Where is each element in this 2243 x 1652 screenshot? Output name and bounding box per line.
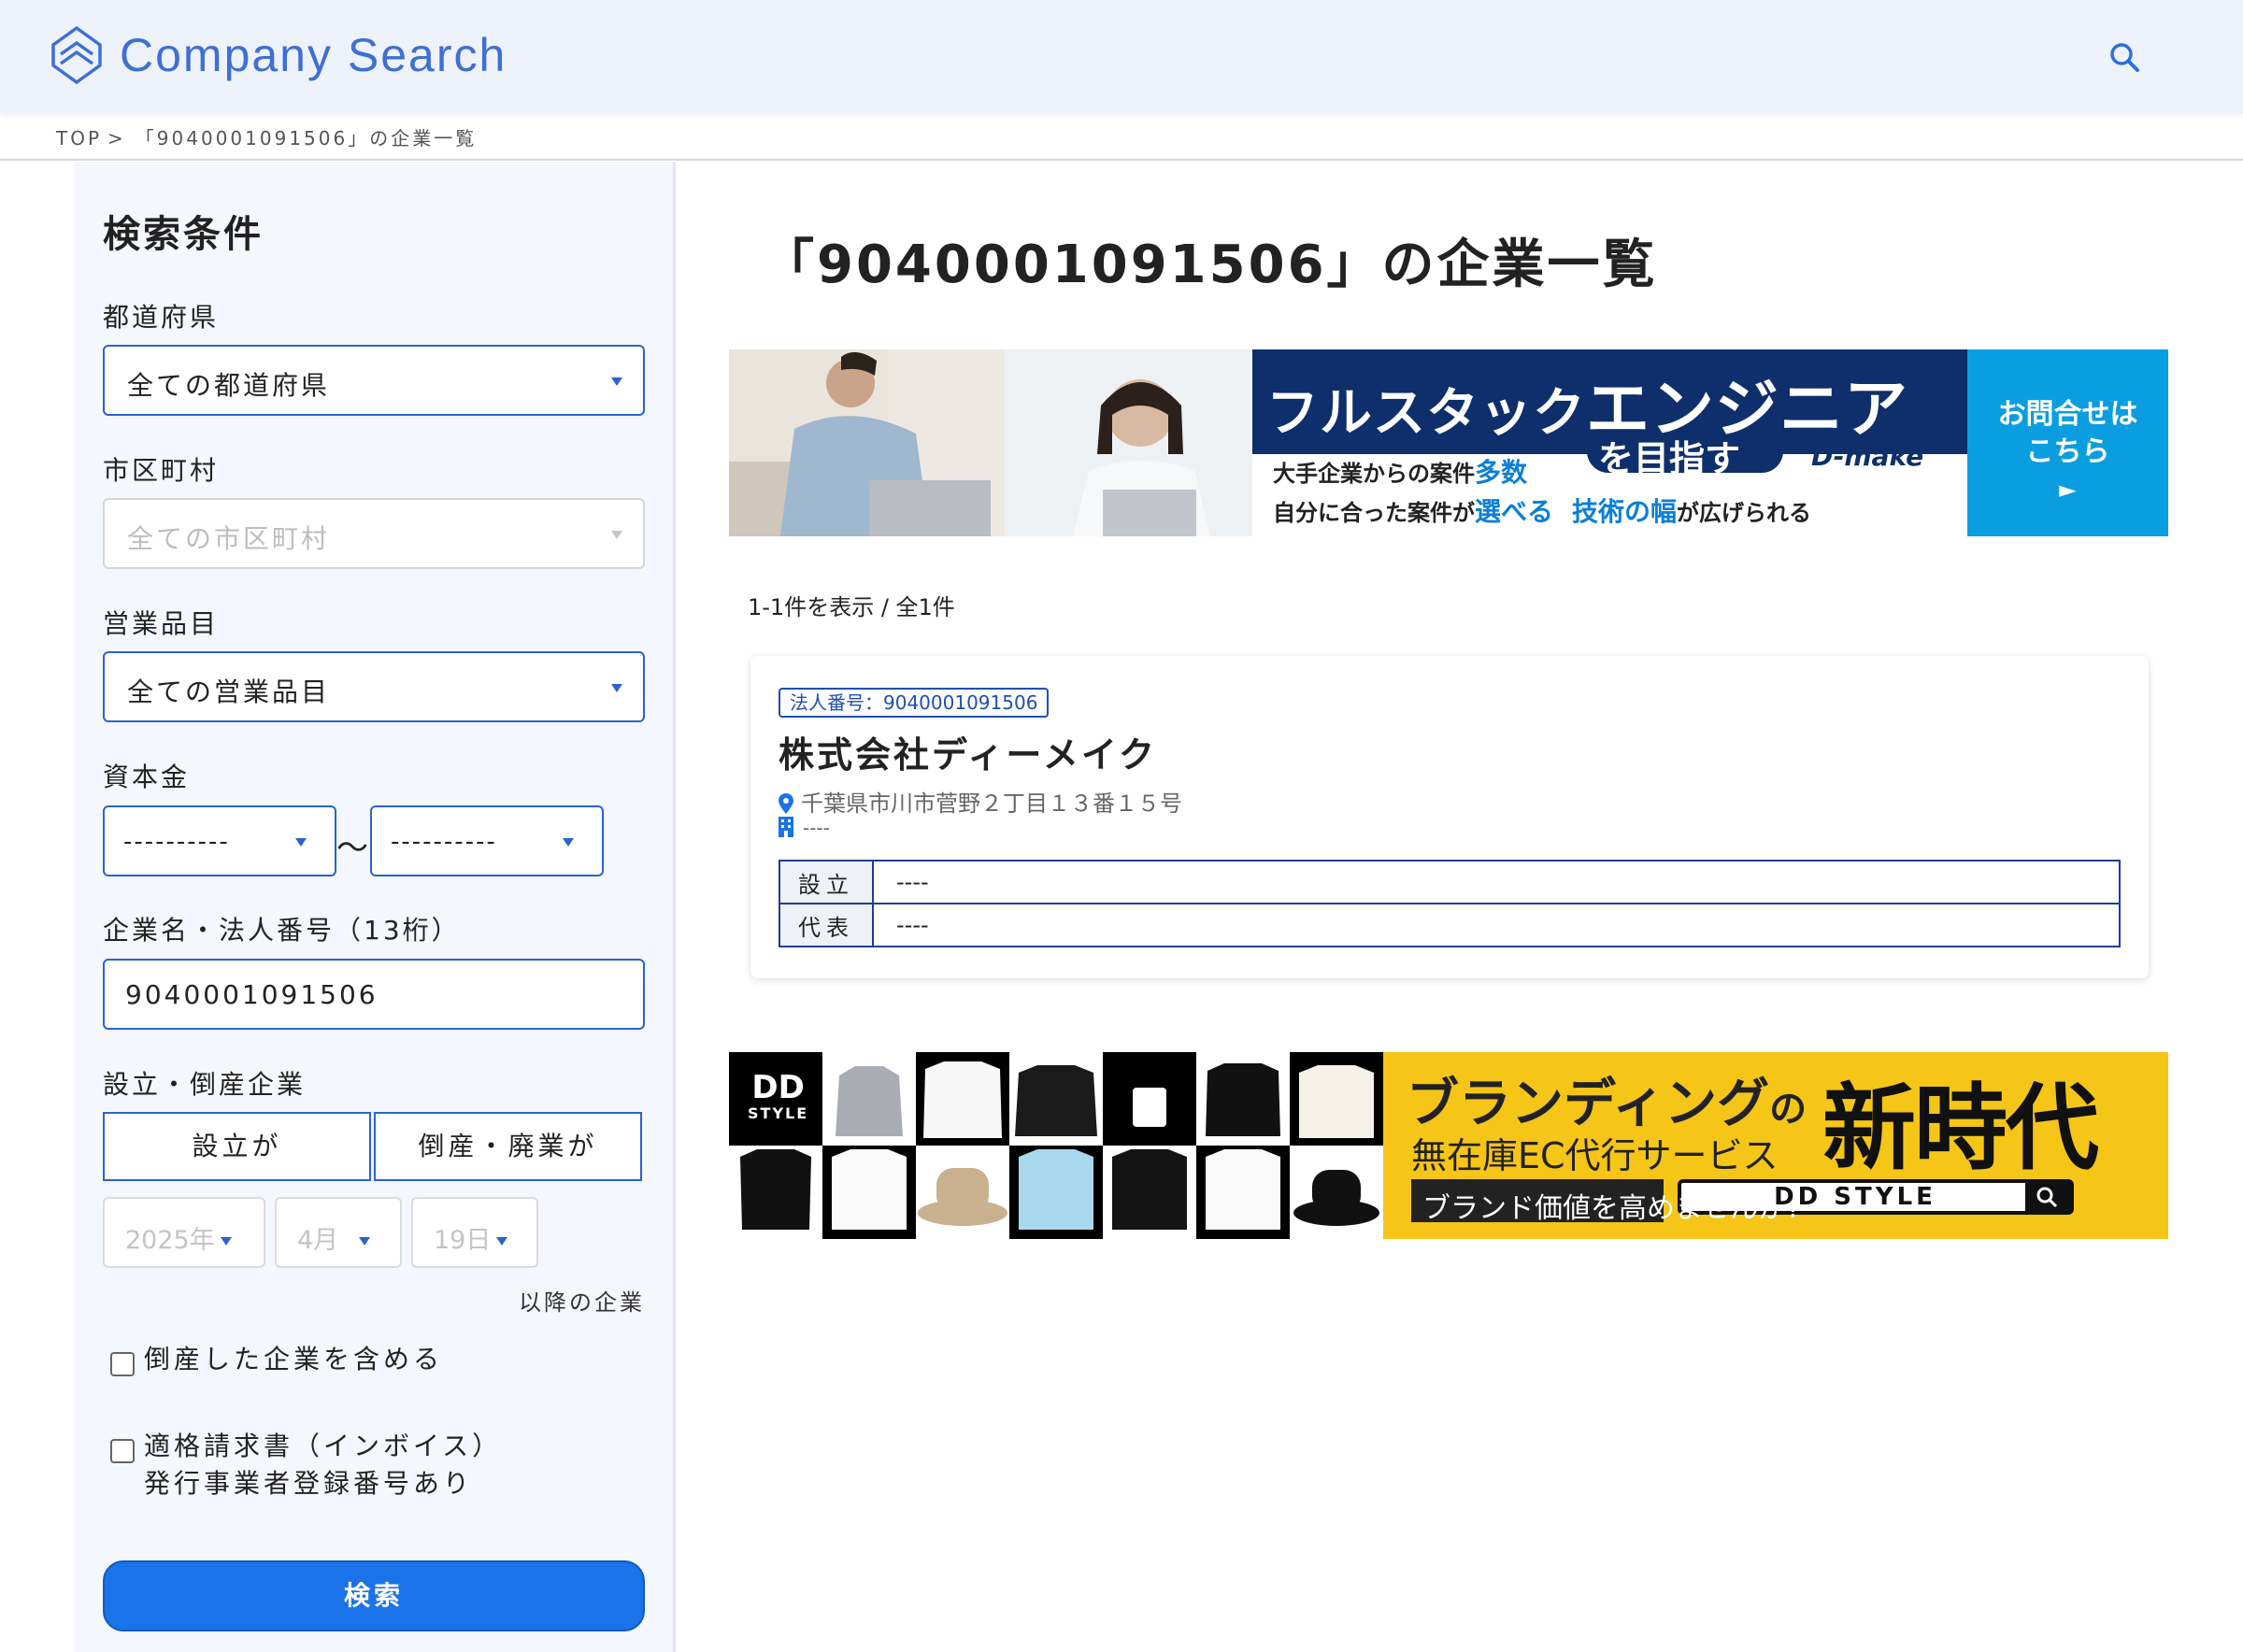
ad1-line1: 大手企業からの案件多数: [1273, 452, 1527, 490]
include-bankrupt-checkbox[interactable]: [110, 1352, 135, 1376]
chevron-down-icon: [295, 838, 307, 847]
ad2-headline-a: ブランディング: [1407, 1074, 1770, 1134]
product-value: 全ての営業品目: [127, 676, 331, 707]
ad1-brand-logo: D-make: [1811, 441, 1924, 472]
breadcrumb-divider: [0, 159, 2243, 161]
ad1-line2-c: 技術の幅: [1572, 496, 1678, 527]
chevron-down-icon: [611, 684, 622, 692]
info-value: ----: [872, 903, 2121, 947]
company-name-link[interactable]: 株式会社ディーメイク: [779, 726, 1157, 777]
dd-style-ad-banner[interactable]: DD STYLE ブランディングの 新時代 無在庫EC代行サービス ブランド価値…: [729, 1052, 2168, 1239]
ad1-line1-a: 大手企業からの案件: [1273, 461, 1475, 487]
ad2-search-label: DD STYLE: [1774, 1183, 1936, 1211]
company-name-input[interactable]: 9040001091506: [103, 959, 645, 1030]
info-value: ----: [872, 860, 2121, 904]
day-select[interactable]: 19日: [411, 1197, 538, 1268]
capital-max-select[interactable]: ----------: [370, 805, 604, 876]
capital-min-value: ----------: [123, 828, 230, 856]
include-bankrupt-label[interactable]: 倒産した企業を含める: [144, 1341, 443, 1378]
company-info-table: 設立 ---- 代表 ----: [779, 860, 2121, 947]
city-select[interactable]: 全ての市区町村: [103, 498, 645, 569]
capital-max-value: ----------: [391, 828, 497, 856]
prefecture-value: 全ての都道府県: [127, 370, 331, 401]
breadcrumb-current: 「9040001091506」の企業一覧: [135, 127, 478, 150]
chevron-down-icon: [359, 1237, 371, 1246]
ad1-headline-a: フルスタック: [1266, 383, 1586, 444]
ad1-cta[interactable]: お問合せは こちら ►: [1967, 396, 2168, 508]
engineer-ad-banner[interactable]: フルスタックエンジニア を目指す D-make 大手企業からの案件多数 自分に合…: [729, 349, 2168, 536]
year-value: 2025年: [125, 1226, 215, 1255]
company-industry: ----: [779, 817, 830, 839]
result-count: 1-1件を表示 / 全1件: [748, 594, 955, 620]
chevron-down-icon: [496, 1237, 508, 1246]
dd-logo-line1: DD: [751, 1069, 805, 1106]
city-label: 市区町村: [103, 455, 220, 486]
founding-label: 設立・倒産企業: [103, 1069, 307, 1100]
product-select[interactable]: 全ての営業品目: [103, 651, 645, 722]
search-sidebar: 検索条件 都道府県 全ての都道府県 市区町村 全ての市区町村 営業品目 全ての営…: [75, 162, 676, 1652]
company-name-label: 企業名・法人番号（13桁）: [103, 915, 461, 946]
day-value: 19日: [434, 1226, 492, 1255]
capital-label: 資本金: [103, 762, 191, 792]
ad1-headline: フルスタックエンジニア: [1266, 357, 1908, 449]
play-arrow-icon: ►: [2059, 477, 2077, 503]
page-title: 「9040001091506」の企業一覧: [762, 235, 1658, 295]
city-value: 全ての市区町村: [127, 523, 331, 554]
map-pin-icon: [779, 793, 793, 814]
info-key: 代表: [779, 903, 874, 947]
company-card[interactable]: 法人番号：9040001091506 株式会社ディーメイク 千葉県市川市菅野２丁…: [750, 656, 2149, 978]
established-toggle[interactable]: 設立が: [103, 1112, 371, 1181]
ad1-line2-d: が広げられる: [1677, 500, 1812, 526]
after-text: 以降の企業: [519, 1289, 645, 1316]
closed-toggle[interactable]: 倒産・廃業が: [374, 1112, 642, 1181]
year-select[interactable]: 2025年: [103, 1197, 265, 1268]
ad1-line1-b: 多数: [1475, 457, 1528, 488]
ad1-cta-line1: お問合せは: [1997, 398, 2138, 431]
ad1-cta-line2: こちら: [2025, 435, 2110, 468]
ad1-line2-b: 選べる: [1475, 496, 1554, 527]
table-row: 設立 ----: [779, 860, 2121, 904]
invoice-label-line2[interactable]: 発行事業者登録番号あり: [144, 1465, 473, 1502]
prefecture-label: 都道府県: [103, 302, 220, 333]
breadcrumb-separator: >: [107, 127, 126, 150]
ad1-sub: を目指す: [1598, 438, 1741, 479]
search-icon[interactable]: [2108, 41, 2140, 73]
table-row: 代表 ----: [779, 903, 2121, 947]
breadcrumb-top-link[interactable]: TOP: [56, 127, 102, 150]
chevron-down-icon: [220, 1237, 232, 1246]
chevron-down-icon: [563, 838, 574, 847]
ad2-big-text: 新時代: [1822, 1074, 2099, 1183]
site-header: Company Search: [0, 0, 2243, 114]
ad2-headline: ブランディングの: [1407, 1061, 1807, 1137]
corporate-number-badge: 法人番号：9040001091506: [779, 688, 1050, 718]
ad2-headline-b: の: [1769, 1088, 1807, 1131]
chevron-down-icon: [611, 531, 622, 539]
ad2-sub: 無在庫EC代行サービス: [1411, 1135, 1779, 1176]
dd-style-logo: DD STYLE: [748, 1071, 808, 1122]
month-select[interactable]: 4月: [275, 1197, 402, 1268]
prefecture-select[interactable]: 全ての都道府県: [103, 345, 645, 416]
ad1-line2-a: 自分に合った案件が: [1273, 500, 1475, 526]
invoice-label-line1[interactable]: 適格請求書（インボイス）: [144, 1428, 502, 1465]
logo-icon[interactable]: [51, 26, 102, 84]
ad1-line2: 自分に合った案件が選べる 技術の幅が広げられる: [1273, 491, 1811, 529]
info-key: 設立: [779, 860, 874, 904]
capital-min-select[interactable]: ----------: [103, 805, 336, 876]
company-address: 千葉県市川市菅野２丁目１３番１５号: [779, 785, 1182, 818]
month-value: 4月: [297, 1226, 339, 1255]
product-label: 営業品目: [103, 608, 220, 639]
range-tilde: 〜: [336, 830, 368, 867]
search-submit-button[interactable]: 検索: [103, 1560, 645, 1631]
company-address-text: 千葉県市川市菅野２丁目１３番１５号: [801, 790, 1182, 817]
breadcrumb: TOP > 「9040001091506」の企業一覧: [56, 123, 477, 150]
sidebar-title: 検索条件: [103, 213, 264, 256]
building-icon: [779, 817, 793, 837]
logo-text[interactable]: Company Search: [120, 28, 507, 82]
invoice-checkbox[interactable]: [110, 1439, 135, 1463]
dd-logo-line2: STYLE: [748, 1104, 809, 1122]
company-industry-text: ----: [803, 817, 830, 839]
chevron-down-icon: [611, 377, 622, 386]
